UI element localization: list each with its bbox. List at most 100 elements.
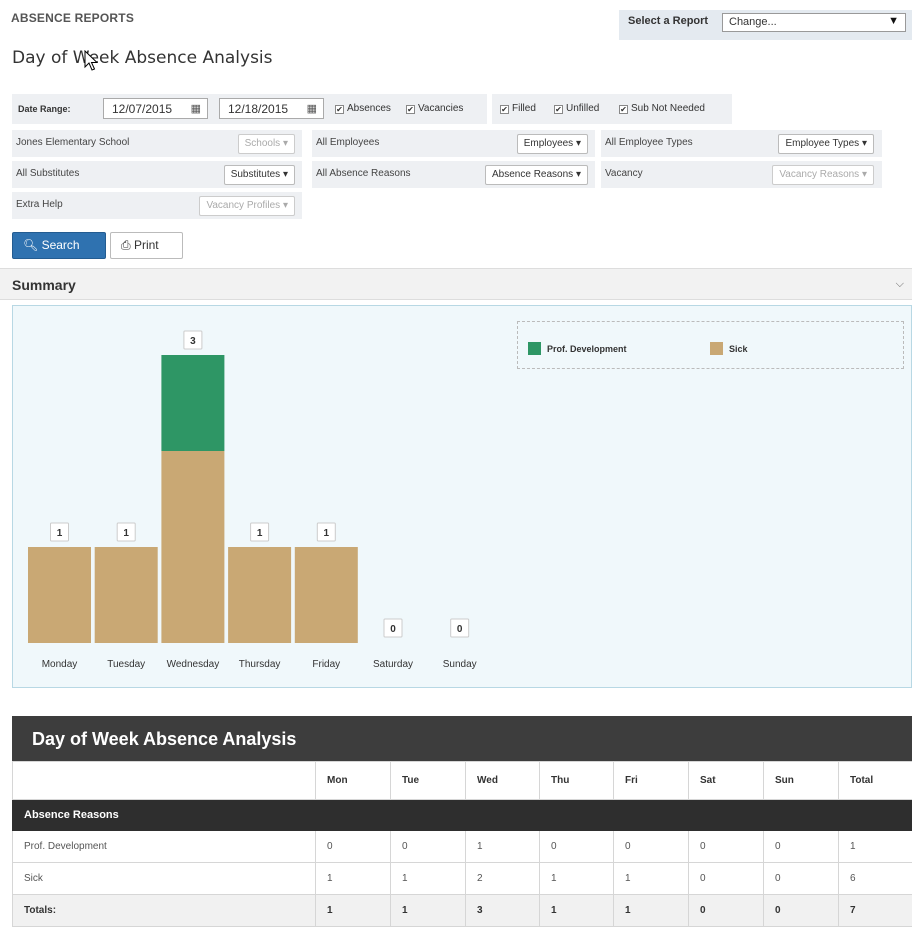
legend-swatch [710, 342, 723, 355]
table-row: Sick 1 1 2 1 1 0 0 6 [12, 862, 912, 895]
vacancy-reasons-button[interactable]: Vacancy Reasons ▾ [772, 165, 874, 185]
totals-cell: 3 [465, 894, 540, 927]
bar-prof-development-wednesday[interactable] [161, 355, 225, 451]
table-cell: 0 [315, 830, 391, 863]
checkmark-icon: ✔ [619, 105, 628, 114]
table-cell: 0 [688, 862, 764, 895]
bar-sick-friday[interactable] [294, 547, 358, 643]
report-select-label: Select a Report [628, 15, 709, 27]
checkmark-icon: ✔ [406, 105, 415, 114]
employee-types-button[interactable]: Employee Types ▾ [778, 134, 874, 154]
search-button[interactable]: 🔍︎ Search [12, 232, 106, 259]
table-cell: 1 [315, 862, 391, 895]
top-bar: ABSENCE REPORTS Select a Report Change..… [0, 0, 912, 40]
totals-cell: 1 [390, 894, 466, 927]
chart-legend: Prof. Development Sick [517, 321, 904, 369]
absences-checkbox[interactable]: ✔ Absences [335, 103, 391, 114]
dropdown-arrow-icon: ▼ [888, 15, 899, 27]
table-row: Prof. Development 0 0 1 0 0 0 0 1 [12, 830, 912, 863]
employee-filter-label: All Employees [316, 137, 380, 148]
search-icon: 🔍︎ [23, 238, 39, 252]
group-row: Absence Reasons [12, 799, 912, 831]
substitutes-button[interactable]: Substitutes ▾ [223, 165, 295, 185]
sub-not-needed-checkbox[interactable]: ✔ Sub Not Needed [619, 103, 705, 114]
vacancies-checkbox[interactable]: ✔ Vacancies [406, 103, 463, 114]
checkmark-icon: ✔ [554, 105, 563, 114]
column-header-wed: Wed [465, 761, 540, 800]
row-label: Sick [12, 862, 316, 895]
vacancy-filter-label: Vacancy [605, 168, 643, 179]
totals-cell: 0 [763, 894, 839, 927]
table-cell: 0 [539, 830, 614, 863]
data-label: 1 [324, 528, 330, 539]
report-selector-panel: Select a Report Change... ▼ [619, 10, 912, 40]
employee-type-filter: All Employee Types Employee Types ▾ [601, 130, 882, 157]
data-label: 3 [190, 336, 196, 347]
print-button[interactable]: ⎙ Print [110, 232, 183, 259]
table-cell: 1 [390, 862, 466, 895]
column-header-sun: Sun [763, 761, 839, 800]
employees-button[interactable]: Employees ▾ [516, 134, 588, 154]
vacancy-profiles-button[interactable]: Vacancy Profiles ▾ [199, 196, 295, 216]
substitute-filter: All Substitutes Substitutes ▾ [12, 161, 302, 188]
data-label: 1 [57, 528, 63, 539]
totals-cell: 7 [838, 894, 912, 927]
x-tick-label: Sunday [443, 659, 477, 670]
checkmark-icon: ✔ [500, 105, 509, 114]
totals-cell: 1 [539, 894, 614, 927]
table-cell: 0 [763, 862, 839, 895]
unfilled-checkbox[interactable]: ✔ Unfilled [554, 103, 599, 114]
data-label: 0 [457, 624, 463, 635]
column-header-total: Total [838, 761, 912, 800]
status-block: ✔ Filled ✔ Unfilled ✔ Sub Not Needed [492, 94, 732, 124]
end-date-input[interactable]: 12/18/2015 ▦ [219, 98, 324, 119]
calendar-icon: ▦ [306, 103, 317, 115]
date-range-label: Date Range: [18, 104, 71, 114]
absence-reason-filter-label: All Absence Reasons [316, 168, 411, 179]
x-tick-label: Wednesday [167, 659, 220, 670]
bar-sick-wednesday[interactable] [161, 451, 225, 643]
table-header-row: Mon Tue Wed Thu Fri Sat Sun Total [12, 761, 912, 800]
table-cell: 0 [613, 830, 689, 863]
column-header-sat: Sat [688, 761, 764, 800]
absence-reasons-button[interactable]: Absence Reasons ▾ [485, 165, 588, 185]
chevron-down-icon[interactable]: ⌵ [896, 278, 904, 291]
mouse-cursor-icon [84, 50, 98, 71]
report-table: Mon Tue Wed Thu Fri Sat Sun Total Absence Reaso… [12, 761, 912, 927]
bar-sick-tuesday[interactable] [94, 547, 158, 643]
employee-type-filter-label: All Employee Types [605, 137, 693, 148]
schools-button[interactable]: Schools ▾ [237, 134, 295, 154]
totals-cell: 1 [613, 894, 689, 927]
school-filter-label: Jones Elementary School [16, 137, 130, 148]
bar-sick-thursday[interactable] [228, 547, 292, 643]
summary-header[interactable]: Summary ⌵ [0, 268, 912, 300]
absence-reason-filter: All Absence Reasons Absence Reasons ▾ [312, 161, 595, 188]
report-table-panel: Day of Week Absence Analysis Mon Tue Wed Th… [12, 716, 912, 927]
summary-title: Summary [12, 277, 76, 293]
start-date-input[interactable]: 12/07/2015 ▦ [103, 98, 208, 119]
start-date-value: 12/07/2015 [112, 102, 173, 116]
legend-item-prof-development[interactable]: Prof. Development [528, 342, 627, 355]
report-select-dropdown[interactable]: Change... ▼ [722, 13, 906, 32]
column-header-label [12, 761, 316, 800]
data-label: 1 [257, 528, 263, 539]
totals-cell: 0 [688, 894, 764, 927]
vacancy-profile-filter-label: Extra Help [16, 199, 63, 210]
table-cell: 1 [465, 830, 540, 863]
totals-row: Totals: 1 1 3 1 1 0 0 7 [12, 894, 912, 927]
column-header-tue: Tue [390, 761, 466, 800]
vacancy-reason-filter: Vacancy Vacancy Reasons ▾ [601, 161, 882, 188]
table-cell: 1 [539, 862, 614, 895]
date-range-block: Date Range: 12/07/2015 ▦ 12/18/2015 ▦ ✔ A… [12, 94, 487, 124]
chart-panel: 1 Monday 1 Tuesday 3 Wednesday 1 Thursday 1 Frida… [12, 305, 912, 688]
filled-checkbox[interactable]: ✔ Filled [500, 103, 536, 114]
legend-item-sick[interactable]: Sick [710, 342, 748, 355]
totals-label: Totals: [12, 894, 316, 927]
bar-sick-monday[interactable] [28, 547, 91, 643]
x-tick-label: Monday [42, 659, 78, 670]
substitute-filter-label: All Substitutes [16, 168, 80, 179]
row-label: Prof. Development [12, 830, 316, 863]
table-cell: 2 [465, 862, 540, 895]
x-tick-label: Friday [312, 659, 340, 670]
report-select-value: Change... [729, 16, 777, 28]
